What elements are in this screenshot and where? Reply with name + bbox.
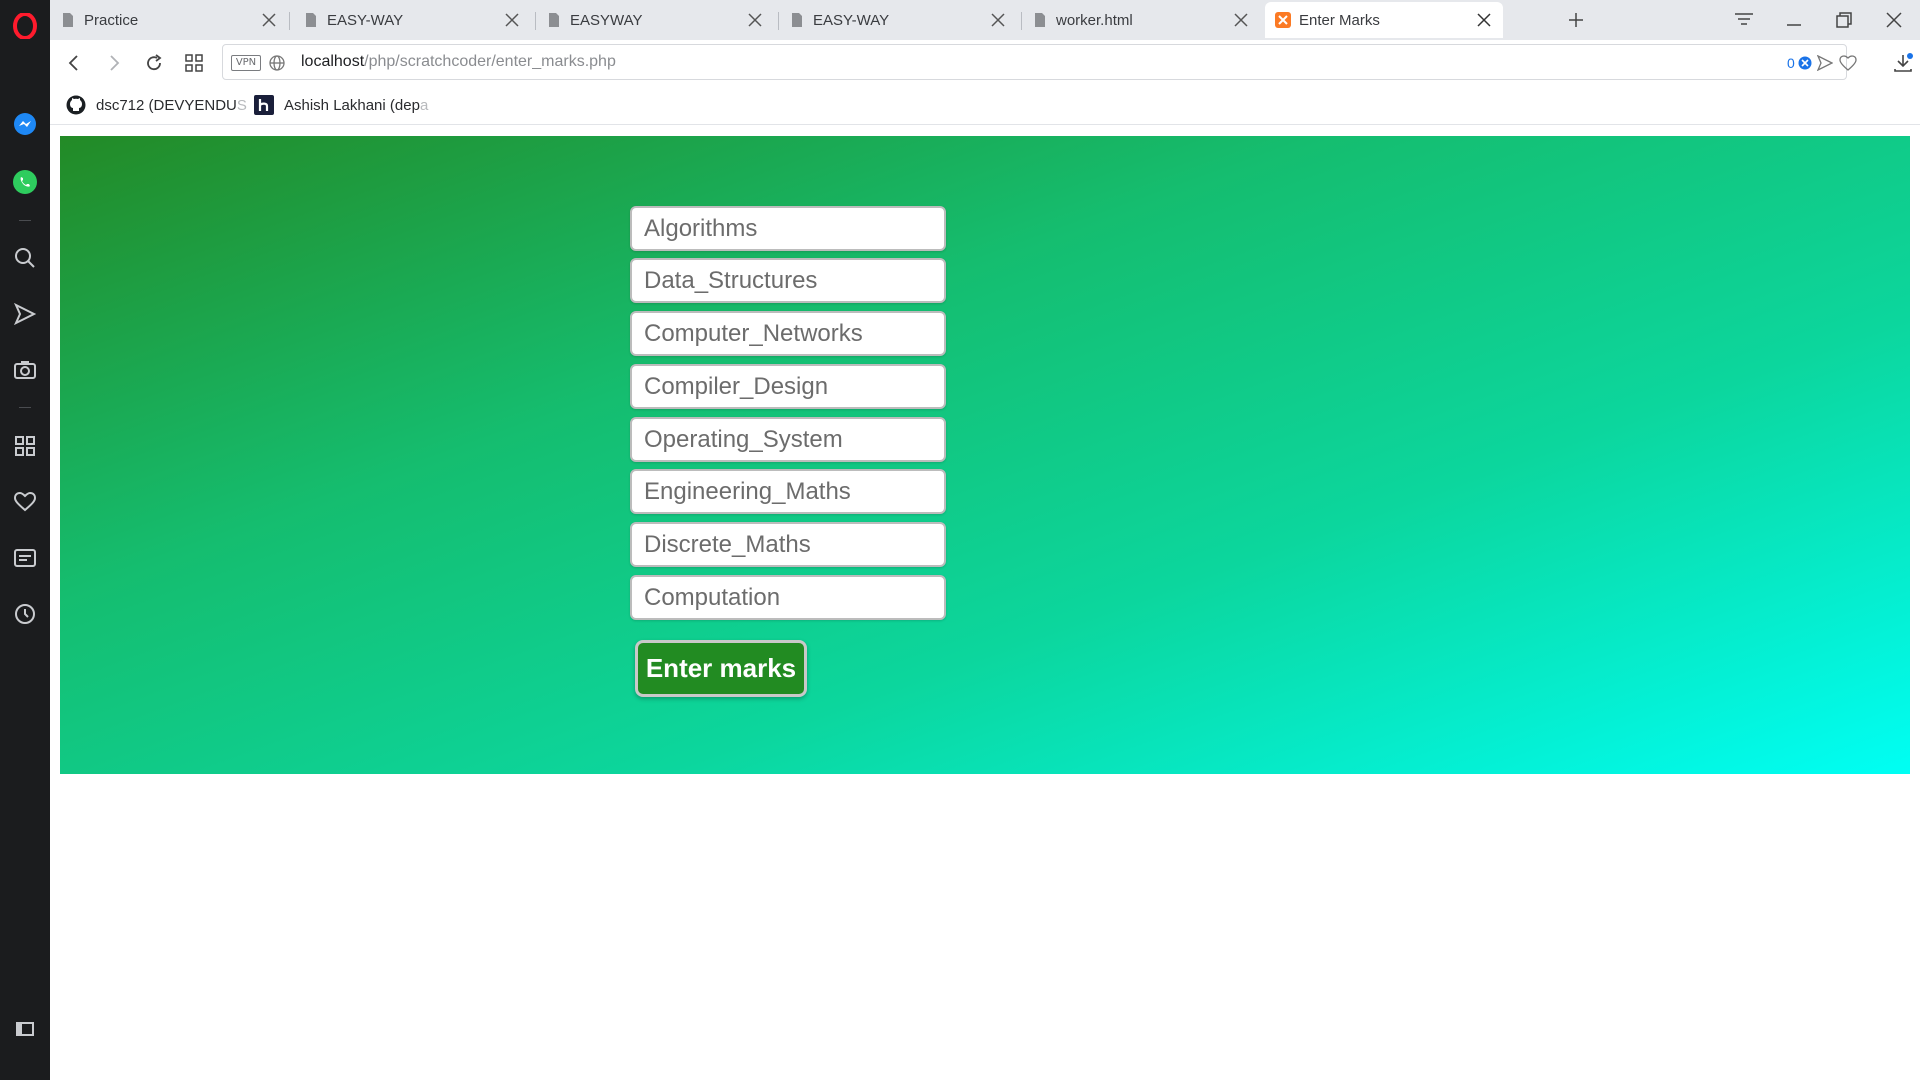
github-icon (66, 95, 86, 115)
sidebar-separator (19, 220, 31, 221)
tab-easy-way-1[interactable]: EASY-WAY (293, 2, 531, 38)
bookmark-label: Ashish Lakhani (dep (284, 96, 420, 114)
workspaces-icon[interactable] (11, 432, 39, 460)
compiler-design-input[interactable] (630, 364, 946, 409)
data-structures-input[interactable] (630, 258, 946, 303)
hashnode-icon (254, 95, 274, 115)
back-button[interactable] (60, 49, 88, 77)
enter-marks-button[interactable]: Enter marks (635, 640, 807, 697)
whatsapp-icon[interactable] (11, 168, 39, 196)
close-icon[interactable] (989, 11, 1007, 29)
messenger-icon[interactable] (11, 110, 39, 138)
tab-title: EASY-WAY (813, 11, 890, 29)
bookmark-heart-icon[interactable] (1837, 53, 1859, 73)
bookmark-dsc712[interactable]: dsc712 (DEVYENDU S (66, 93, 247, 117)
blocked-ads-count[interactable]: 0 (1787, 53, 1812, 73)
opera-sidebar (0, 0, 50, 1080)
history-icon[interactable] (11, 600, 39, 628)
xampp-icon (1275, 12, 1291, 28)
tab-easyway[interactable]: EASYWAY (536, 2, 774, 38)
algorithms-input[interactable] (630, 206, 946, 251)
tab-worker-html[interactable]: worker.html (1022, 2, 1260, 38)
send-page-icon[interactable] (1815, 53, 1835, 73)
download-icon[interactable] (1889, 49, 1917, 77)
tab-strip: Practice EASY-WAY EASYWAY EASY-WAY worke… (50, 0, 1920, 40)
tab-divider (289, 12, 290, 30)
tab-title: EASYWAY (570, 11, 643, 29)
page-icon (303, 12, 319, 28)
tab-practice[interactable]: Practice (50, 2, 288, 38)
sidebar-separator (19, 407, 31, 408)
blocked-count-text: 0 (1787, 55, 1795, 71)
tab-title: Practice (84, 11, 139, 29)
tab-title: EASY-WAY (327, 11, 404, 29)
discrete-maths-input[interactable] (630, 522, 946, 567)
browser-toolbar: VPN localhost/php/scratchcoder/enter_mar… (50, 40, 1920, 86)
send-icon[interactable] (11, 300, 39, 328)
reload-button[interactable] (140, 49, 168, 77)
tab-easy-way-2[interactable]: EASY-WAY (779, 2, 1017, 38)
bookmarks-bar: dsc712 (DEVYENDU S Ashish Lakhani (dep a (50, 86, 1920, 125)
page-icon (546, 12, 562, 28)
engineering-maths-input[interactable] (630, 469, 946, 514)
vpn-badge[interactable]: VPN (231, 55, 261, 71)
url-path: /php/scratchcoder/enter_marks.php (364, 53, 616, 70)
computer-networks-input[interactable] (630, 311, 946, 356)
heart-icon[interactable] (11, 488, 39, 516)
tab-title: Enter Marks (1299, 11, 1380, 29)
address-bar[interactable]: VPN localhost/php/scratchcoder/enter_mar… (222, 44, 1857, 80)
forward-button[interactable] (100, 49, 128, 77)
close-icon[interactable] (503, 11, 521, 29)
close-icon[interactable] (1232, 11, 1250, 29)
close-icon[interactable] (260, 11, 278, 29)
tab-menu-icon[interactable] (1724, 4, 1764, 36)
close-icon[interactable] (746, 11, 764, 29)
bookmark-label-fade: a (419, 96, 429, 114)
bookmark-label: dsc712 (DEVYENDU (96, 96, 237, 114)
page-icon (60, 12, 76, 28)
computation-input[interactable] (630, 575, 946, 620)
operating-system-input[interactable] (630, 417, 946, 462)
url-text[interactable]: localhost/php/scratchcoder/enter_marks.p… (301, 53, 616, 71)
page-icon (1032, 12, 1048, 28)
tab-enter-marks[interactable]: Enter Marks (1265, 2, 1503, 38)
globe-icon[interactable] (268, 54, 286, 72)
opera-logo-icon[interactable] (11, 12, 39, 40)
page-icon (789, 12, 805, 28)
sidebar-toggle-icon[interactable] (11, 1015, 39, 1043)
tab-title: worker.html (1056, 11, 1133, 29)
camera-icon[interactable] (11, 355, 39, 383)
enter-marks-form-panel: Enter marks (60, 136, 1910, 774)
bookmark-label-fade: S (236, 96, 247, 114)
new-tab-button[interactable] (1562, 6, 1590, 34)
news-icon[interactable] (11, 544, 39, 572)
tab-grid-icon[interactable] (180, 49, 208, 77)
bookmark-ashish-lakhani[interactable]: Ashish Lakhani (dep a (254, 93, 428, 117)
minimize-button[interactable] (1774, 4, 1814, 36)
restore-button[interactable] (1824, 4, 1864, 36)
search-icon[interactable] (11, 244, 39, 272)
close-window-button[interactable] (1874, 4, 1914, 36)
url-host: localhost (301, 53, 365, 70)
close-icon[interactable] (1475, 11, 1493, 29)
